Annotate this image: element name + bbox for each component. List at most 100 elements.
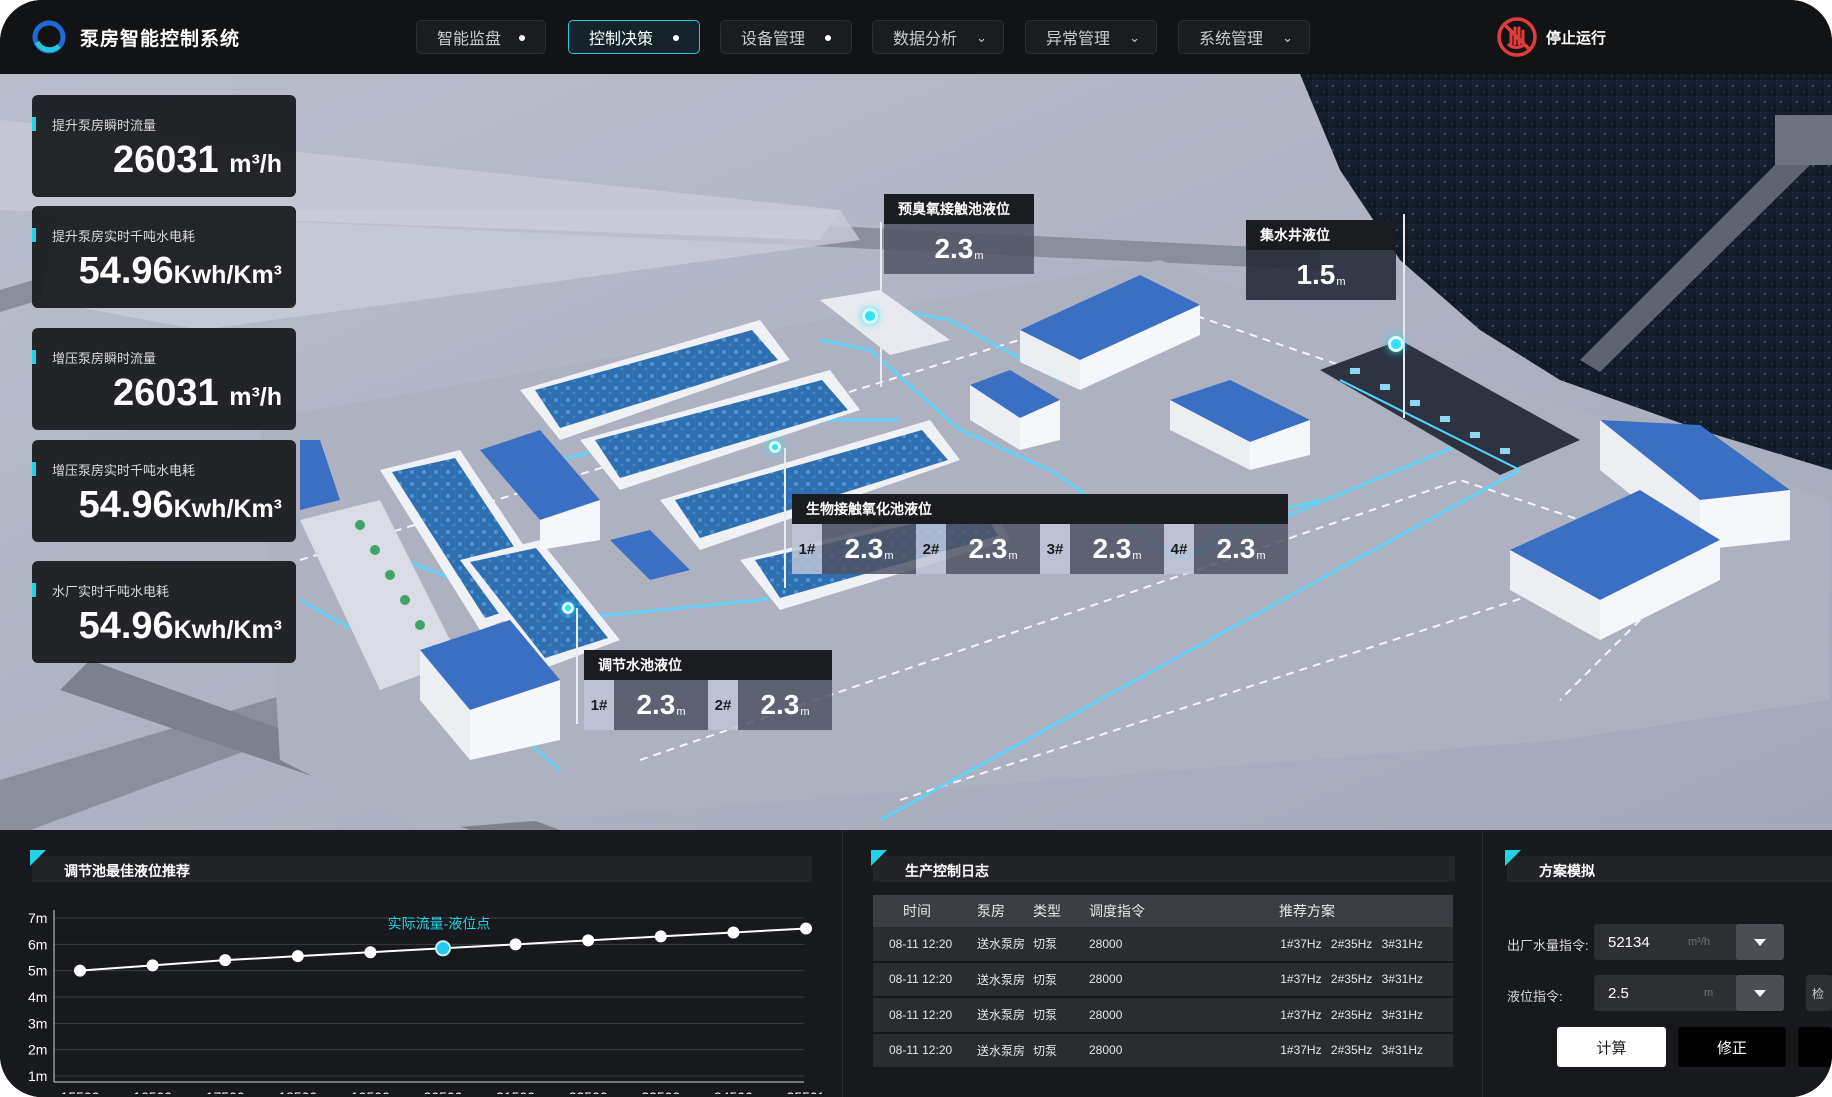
chevron-down-icon: ⌄ (976, 30, 987, 45)
x-tick-label: 20500 (424, 1089, 463, 1094)
location-dot-icon[interactable] (1388, 336, 1404, 352)
tag-index: 1# (584, 680, 614, 730)
nav-label: 设备管理 (741, 31, 806, 48)
kpi-boost-energy: 增压泵房实时千吨水电耗 54.96Kwh/Km³ (32, 440, 296, 542)
chevron-down-icon (1754, 989, 1766, 997)
table-row[interactable]: 08-11 12:20 送水泵房 切泵 28000 1#37Hz 2#35Hz … (873, 962, 1453, 998)
location-dot-icon[interactable] (862, 308, 878, 324)
cell-command: 28000 (1089, 936, 1123, 951)
cell-plan: 1#37Hz 2#35Hz 3#31Hz (1280, 1007, 1423, 1022)
cell-time: 08-11 12:20 (889, 1007, 953, 1022)
panel-title: 方案模拟 (1539, 863, 1595, 879)
tag-pre-ozone-level[interactable]: 预臭氧接触池液位 2.3 m (884, 194, 1034, 274)
panel-header: 方案模拟 (1505, 850, 1832, 882)
nav-monitoring[interactable]: 智能监盘 (416, 20, 546, 54)
tag-pin (576, 608, 578, 724)
app-window: 泵房智能控制系统 智能监盘 控制决策 设备管理 数据分析 ⌄ 异常管理 ⌄ 系统… (0, 0, 1832, 1097)
location-dot-icon[interactable] (769, 441, 781, 453)
data-point (654, 930, 667, 943)
flow-dropdown-button[interactable] (1736, 924, 1784, 960)
kpi-label: 提升泵房瞬时流量 (52, 118, 157, 133)
nav-device-management[interactable]: 设备管理 (720, 20, 852, 54)
tag-title: 调节水池液位 (584, 650, 832, 680)
table-row[interactable]: 08-11 12:20 送水泵房 切泵 28000 1#37Hz 2#35Hz … (873, 1033, 1453, 1069)
kpi-value: 54.96Kwh/Km³ (78, 605, 282, 647)
tag-cell: 2# 2.3 m (916, 524, 1040, 574)
tag-pin (784, 448, 786, 588)
kpi-value: 26031 m³/h (112, 139, 282, 181)
correct-button[interactable]: 修正 (1678, 1027, 1786, 1067)
cell-station: 送水泵房 (977, 972, 1026, 987)
stop-hand-icon (1497, 17, 1537, 57)
nav-exception-management[interactable]: 异常管理 ⌄ (1025, 20, 1157, 54)
tag-cell: 2# 2.3 m (708, 680, 832, 730)
cell-type: 切泵 (1033, 972, 1058, 987)
tag-title: 集水井液位 (1246, 220, 1396, 250)
panel-title: 调节池最佳液位推荐 (64, 863, 190, 879)
panel-level-recommendation: 调节池最佳液位推荐 1m2m3m4m5m6m7m1550016500175001… (0, 830, 842, 1097)
dot-icon (825, 35, 831, 41)
calculate-button[interactable]: 计算 (1557, 1027, 1666, 1067)
location-dot-icon[interactable] (562, 602, 574, 614)
x-tick-label: 25500 (787, 1089, 822, 1094)
level-unit: m (1704, 987, 1714, 999)
cell-plan: 1#37Hz 2#35Hz 3#31Hz (1280, 1043, 1423, 1058)
top-bar: 泵房智能控制系统 智能监盘 控制决策 设备管理 数据分析 ⌄ 异常管理 ⌄ 系统… (0, 0, 1832, 74)
y-tick-label: 2m (28, 1042, 47, 1058)
nav-system-management[interactable]: 系统管理 ⌄ (1178, 20, 1310, 54)
data-point (509, 938, 522, 951)
nav-data-analysis[interactable]: 数据分析 ⌄ (872, 20, 1004, 54)
cell-type: 切泵 (1033, 1043, 1058, 1058)
cell-plan: 1#37Hz 2#35Hz 3#31Hz (1280, 972, 1423, 987)
col-header-command: 调度指令 (1089, 903, 1145, 919)
cell-command: 28000 (1089, 1043, 1123, 1058)
level-dropdown-button[interactable] (1736, 975, 1784, 1011)
tag-title: 生物接触氧化池液位 (792, 494, 1288, 524)
data-point (146, 959, 159, 972)
logo-icon (32, 20, 66, 54)
col-header-plan: 推荐方案 (1279, 903, 1335, 919)
panel-header: 调节池最佳液位推荐 (30, 850, 812, 882)
y-tick-label: 7m (28, 910, 47, 926)
nav-control-decision[interactable]: 控制决策 (568, 20, 700, 54)
data-point (74, 964, 86, 977)
cell-station: 送水泵房 (977, 1008, 1026, 1023)
nav-label: 数据分析 (893, 31, 958, 48)
x-tick-label: 15500 (61, 1089, 100, 1094)
col-header-time: 时间 (903, 903, 931, 919)
dot-icon (673, 35, 679, 41)
table-row[interactable]: 08-11 12:20 送水泵房 切泵 28000 1#37Hz 2#35Hz … (873, 927, 1453, 963)
data-point (291, 950, 304, 963)
tag-regulating-pool-level[interactable]: 调节水池液位 1# 2.3 m 2# 2.3 m (584, 650, 832, 730)
cell-station: 送水泵房 (977, 937, 1026, 952)
cell-plan: 1#37Hz 2#35Hz 3#31Hz (1280, 936, 1423, 951)
col-header-type: 类型 (1033, 903, 1061, 919)
table-row[interactable]: 08-11 12:20 送水泵房 切泵 28000 1#37Hz 2#35Hz … (873, 998, 1453, 1034)
tag-bio-oxidation-level[interactable]: 生物接触氧化池液位 1# 2.3 m 2# 2.3 m 3# 2.3 m 4# 2.3… (792, 494, 1288, 574)
tag-value: 2.3 m (884, 224, 1034, 274)
chevron-down-icon: ⌄ (1129, 30, 1140, 45)
corner-accent-icon (871, 850, 887, 866)
data-point (219, 954, 232, 967)
stop-button[interactable]: 停止运行 (1496, 16, 1606, 58)
y-tick-label: 6m (28, 936, 47, 952)
x-tick-label: 17500 (206, 1089, 245, 1094)
data-point (800, 922, 812, 935)
tag-sump-level[interactable]: 集水井液位 1.5 m (1246, 220, 1396, 300)
kpi-label: 提升泵房实时千吨水电耗 (52, 229, 196, 244)
y-tick-label: 1m (28, 1068, 47, 1084)
corner-accent-icon (30, 850, 46, 866)
x-tick-label: 19500 (351, 1089, 390, 1094)
tag-index: 3# (1040, 524, 1070, 574)
check-button[interactable]: 检 (1806, 975, 1832, 1011)
data-point (364, 946, 377, 959)
kpi-value: 26031 m³/h (112, 372, 282, 414)
extra-button[interactable] (1798, 1027, 1832, 1067)
data-point (727, 926, 740, 939)
flow-command-label: 出厂水量指令: (1507, 938, 1589, 953)
tag-cell: 3# 2.3 m (1040, 524, 1164, 574)
nav-label: 异常管理 (1046, 31, 1111, 48)
plant-3d-scene[interactable]: 提升泵房瞬时流量 26031 m³/h 提升泵房实时千吨水电耗 54.96Kwh… (0, 74, 1832, 830)
nav-label: 系统管理 (1199, 31, 1264, 48)
level-line-chart[interactable]: 1m 2m 3m 4m 5m 6m 7m 15500 16500 17500 18500 19500 2… (22, 894, 822, 1094)
